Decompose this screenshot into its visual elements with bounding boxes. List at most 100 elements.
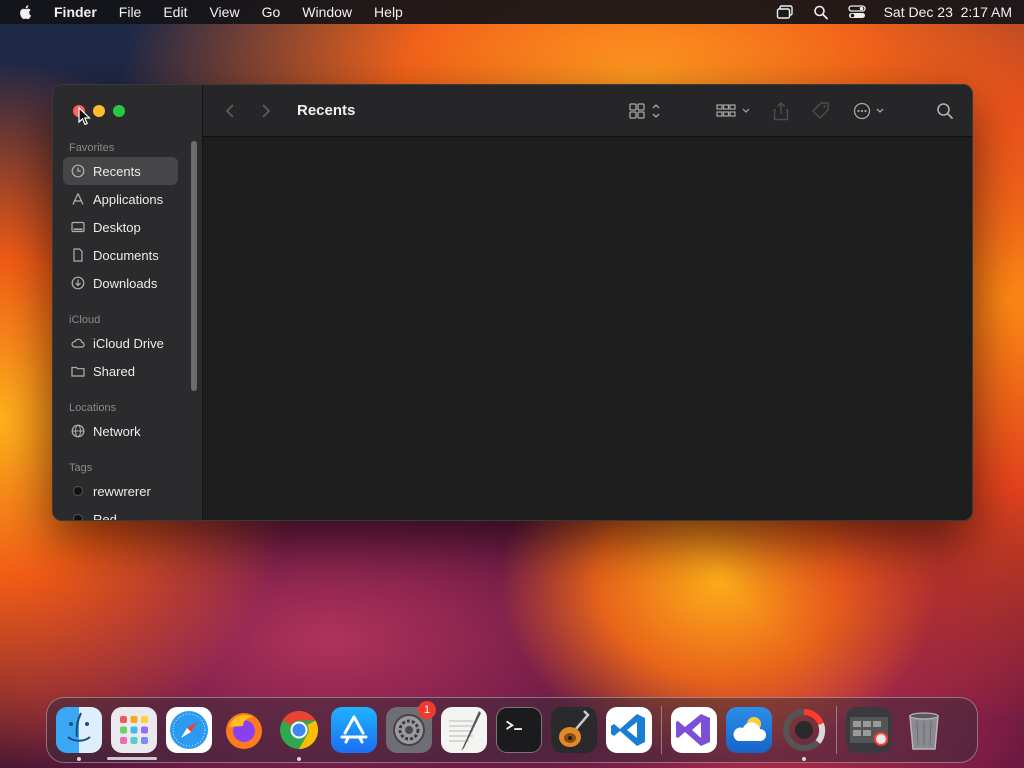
share-button[interactable] (770, 100, 792, 122)
dock-scroll-indicator (107, 757, 157, 760)
screen-capture-icon (850, 717, 888, 746)
menu-edit[interactable]: Edit (163, 4, 187, 20)
menu-clock[interactable]: Sat Dec 23 2:17 AM (884, 4, 1012, 20)
sidebar-item-tag-rewwrerer[interactable]: rewwrerer (63, 477, 178, 505)
menu-view[interactable]: View (209, 4, 239, 20)
download-icon (71, 276, 85, 290)
file-content-area[interactable] (203, 137, 972, 520)
dock-vscode[interactable] (606, 707, 652, 753)
control-center-icon[interactable] (847, 4, 866, 20)
finder-window: Favorites Recents Applications Desktop D… (52, 84, 973, 521)
search-button[interactable] (934, 100, 956, 122)
running-indicator (297, 757, 301, 761)
zoom-window-button[interactable] (113, 105, 125, 117)
dock-finder[interactable] (56, 707, 102, 761)
sidebar-item-label: Applications (93, 191, 164, 207)
menu-bar: Finder File Edit View Go Window Help Sat… (0, 0, 1024, 24)
sidebar-item-label: rewwrerer (93, 483, 151, 499)
menu-help[interactable]: Help (374, 4, 403, 20)
sidebar-item-label: Recents (93, 163, 141, 179)
sidebar-item-label: iCloud Drive (93, 335, 164, 351)
dock-app-store[interactable] (331, 707, 377, 753)
more-actions-icon (853, 102, 884, 119)
sidebar-scrollbar[interactable] (191, 141, 197, 391)
sidebar-list[interactable]: Favorites Recents Applications Desktop D… (53, 135, 203, 520)
shared-folder-icon (71, 366, 85, 377)
chrome-icon (280, 710, 319, 750)
dock-visual-studio[interactable] (671, 707, 717, 753)
document-icon (73, 248, 83, 262)
more-actions-button[interactable] (852, 100, 890, 122)
tag-icon (812, 101, 829, 119)
cloud-icon (71, 338, 85, 348)
back-button[interactable] (219, 100, 241, 122)
sidebar-item-label: Documents (93, 247, 159, 263)
globe-icon (71, 424, 85, 438)
forward-button[interactable] (255, 100, 277, 122)
firefox-icon (226, 713, 262, 749)
sidebar-item-desktop[interactable]: Desktop (63, 213, 178, 241)
apple-menu-icon[interactable] (18, 4, 34, 20)
section-favorites: Favorites (69, 142, 115, 154)
dock-separator (836, 706, 837, 754)
dock-terminal[interactable] (496, 707, 542, 753)
group-by-button[interactable] (714, 100, 754, 122)
dock-trash[interactable] (901, 707, 947, 753)
sidebar-item-downloads[interactable]: Downloads (63, 269, 178, 297)
notification-badge: 1 (418, 701, 436, 719)
vscode-icon (611, 714, 645, 746)
sidebar-item-icloud-drive[interactable]: iCloud Drive (63, 329, 178, 357)
sidebar-item-documents[interactable]: Documents (63, 241, 178, 269)
running-indicator (77, 757, 81, 761)
section-locations: Locations (69, 402, 117, 414)
sidebar-item-label: Desktop (93, 219, 141, 235)
clock-icon (71, 164, 85, 178)
window-title: Recents (297, 102, 356, 119)
dock-chrome[interactable] (276, 707, 322, 761)
screen-mirroring-icon[interactable] (776, 4, 794, 20)
launchpad-icon (120, 716, 148, 744)
menu-file[interactable]: File (119, 4, 142, 20)
sidebar-item-recents[interactable]: Recents (63, 157, 178, 185)
dock-safari[interactable] (166, 707, 212, 753)
menu-go[interactable]: Go (262, 4, 281, 20)
dock-textedit[interactable] (441, 707, 487, 753)
running-indicator (802, 757, 806, 761)
view-mode-button[interactable] (626, 100, 666, 122)
search-icon (937, 102, 953, 119)
back-icon (225, 103, 234, 118)
sidebar-item-label: Downloads (93, 275, 158, 291)
dock-activity-monitor[interactable] (781, 707, 827, 761)
group-by-icon (716, 103, 750, 117)
minimize-window-button[interactable] (93, 105, 105, 117)
dock-system-settings[interactable]: 1 (386, 701, 436, 753)
terminal-icon (506, 720, 522, 730)
sidebar-item-network[interactable]: Network (63, 417, 178, 445)
dock-cloud-app[interactable] (726, 707, 772, 753)
textedit-icon (449, 711, 481, 751)
applications-icon (72, 193, 84, 205)
dock-launchpad[interactable] (111, 707, 157, 753)
section-tags: Tags (69, 462, 93, 474)
menu-finder[interactable]: Finder (54, 4, 97, 20)
dock-separator (661, 706, 662, 754)
sidebar-item-shared[interactable]: Shared (63, 357, 178, 385)
dock-garageband[interactable] (551, 707, 597, 753)
dock-firefox[interactable] (221, 707, 267, 753)
menu-window[interactable]: Window (302, 4, 352, 20)
spotlight-icon[interactable] (812, 4, 830, 20)
trash-icon (909, 712, 939, 750)
sidebar-item-applications[interactable]: Applications (63, 185, 178, 213)
garageband-icon (559, 710, 590, 747)
sidebar: Favorites Recents Applications Desktop D… (53, 85, 203, 520)
visual-studio-icon (676, 714, 710, 746)
forward-icon (262, 103, 271, 118)
section-icloud: iCloud (69, 314, 101, 326)
tag-button[interactable] (810, 100, 832, 122)
toolbar: Recents (203, 85, 972, 137)
dock: 1 (46, 697, 978, 763)
mouse-cursor-icon (78, 107, 91, 126)
sidebar-item-tag-red[interactable]: Red (63, 505, 178, 520)
sidebar-item-label: Network (93, 423, 141, 439)
dock-screen-capture[interactable] (846, 707, 892, 753)
